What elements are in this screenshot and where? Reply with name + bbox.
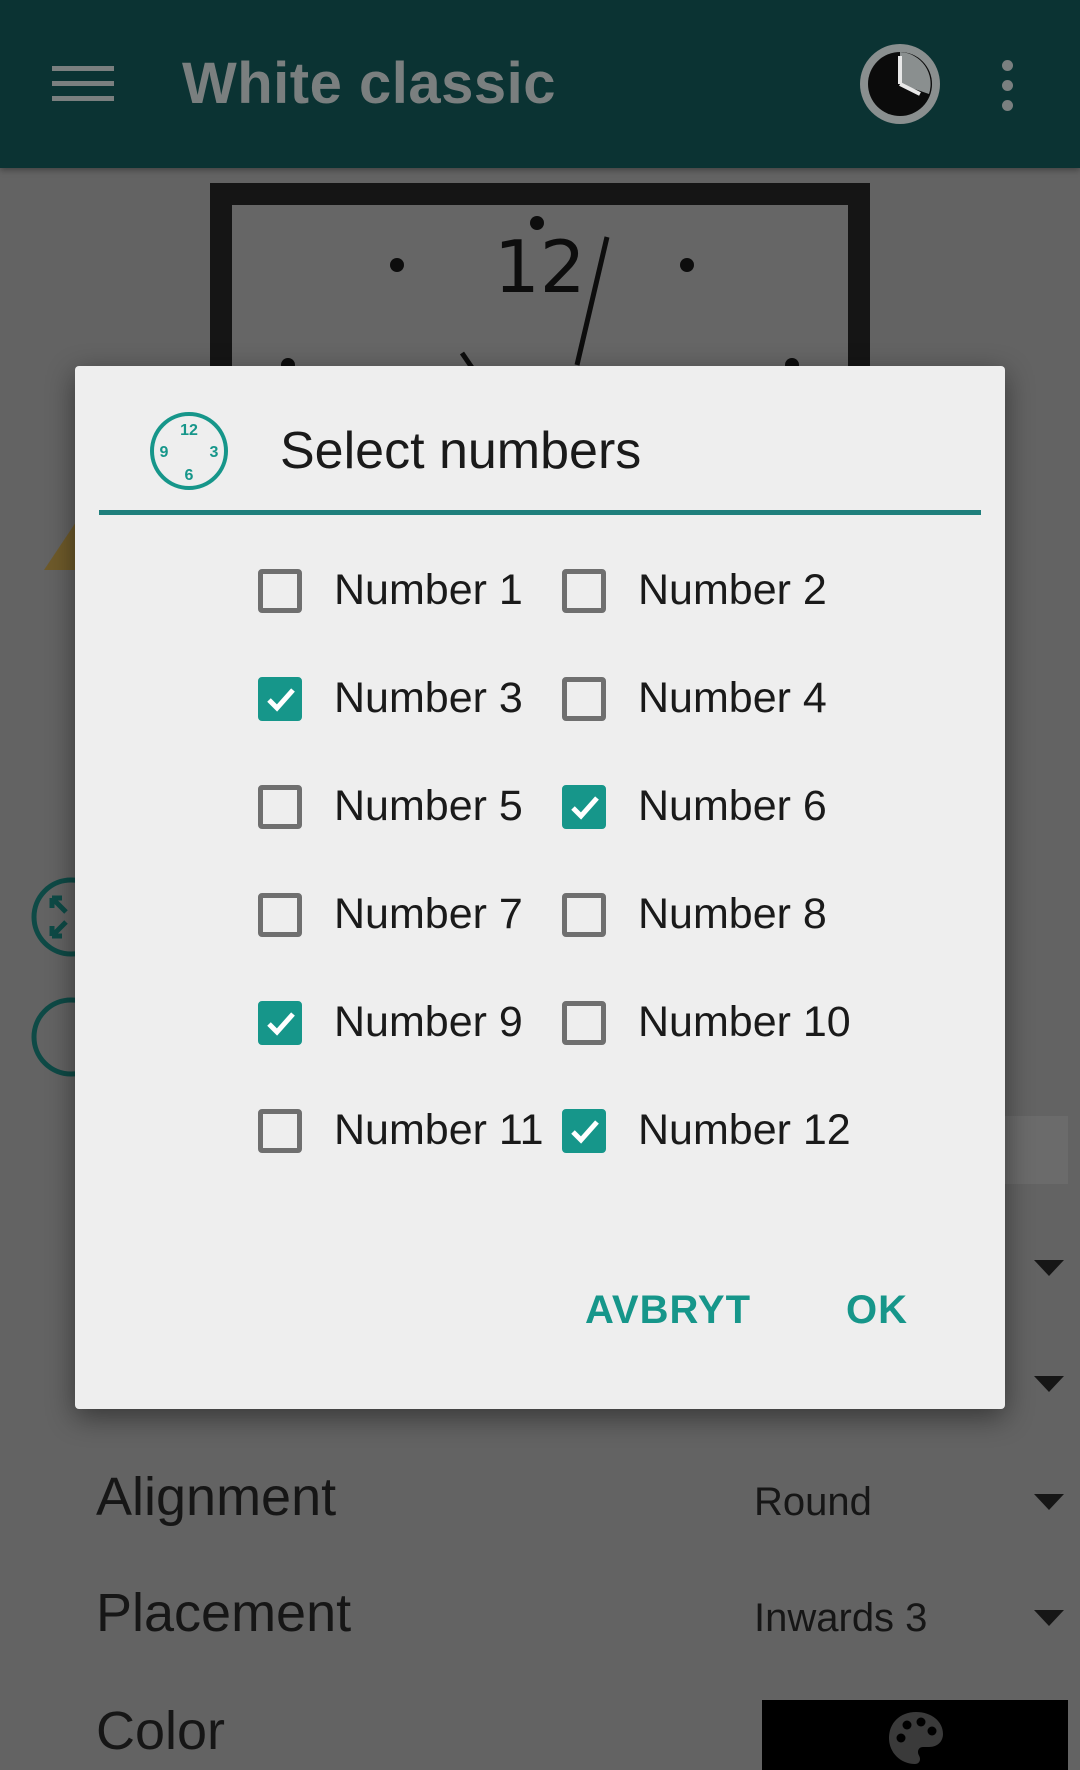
color-swatch[interactable] <box>762 1700 1068 1770</box>
app-bar: White classic <box>0 0 1080 168</box>
checkbox-label: Number 11 <box>334 1106 544 1154</box>
placement-label: Placement <box>96 1583 352 1643</box>
palette-icon <box>889 1712 943 1764</box>
alignment-label: Alignment <box>96 1467 337 1527</box>
checkbox-label: Number 10 <box>638 998 851 1046</box>
checkbox-unchecked-icon[interactable] <box>562 677 606 721</box>
checkbox-unchecked-icon[interactable] <box>258 893 302 937</box>
checkbox-unchecked-icon[interactable] <box>562 893 606 937</box>
checkbox-label: Number 3 <box>334 674 523 722</box>
checkbox-unchecked-icon[interactable] <box>258 785 302 829</box>
checkbox-label: Number 5 <box>334 782 523 830</box>
hamburger-menu-icon[interactable] <box>52 62 116 104</box>
checkbox-label: Number 12 <box>638 1106 851 1154</box>
icon-number-3: 3 <box>210 444 219 461</box>
icon-number-12: 12 <box>180 422 198 439</box>
checkbox-label: Number 7 <box>334 890 523 938</box>
checkbox-label: Number 9 <box>334 998 523 1046</box>
checkbox-unchecked-icon[interactable] <box>258 569 302 613</box>
icon-number-9: 9 <box>160 444 169 461</box>
checkbox-unchecked-icon[interactable] <box>562 1001 606 1045</box>
clock-icon[interactable] <box>858 42 942 126</box>
app-title: White classic <box>182 51 556 116</box>
color-label: Color <box>96 1701 226 1761</box>
dropdown-arrow-icon[interactable] <box>1034 1260 1064 1276</box>
alignment-value[interactable]: Round <box>754 1480 872 1525</box>
dropdown-arrow-icon[interactable] <box>1034 1494 1064 1510</box>
checkbox-label: Number 8 <box>638 890 827 938</box>
dialog-title: Select numbers <box>280 422 642 480</box>
clock-number-12: 12 <box>494 225 586 309</box>
checkbox-label: Number 2 <box>638 566 827 614</box>
dropdown-arrow-icon[interactable] <box>1034 1376 1064 1392</box>
checkbox-checked-icon[interactable] <box>562 785 606 829</box>
ok-button[interactable]: OK <box>846 1288 908 1333</box>
checkbox-unchecked-icon[interactable] <box>562 569 606 613</box>
more-vert-icon[interactable] <box>990 58 1026 112</box>
checkbox-checked-icon[interactable] <box>258 677 302 721</box>
clock-numbers-icon: 12 3 6 9 <box>148 410 230 492</box>
dropdown-arrow-icon[interactable] <box>1034 1610 1064 1626</box>
checkbox-label: Number 1 <box>334 566 523 614</box>
checkbox-label: Number 6 <box>638 782 827 830</box>
title-divider <box>99 510 981 515</box>
checkbox-checked-icon[interactable] <box>258 1001 302 1045</box>
checkbox-checked-icon[interactable] <box>562 1109 606 1153</box>
icon-number-6: 6 <box>185 467 194 484</box>
checkbox-unchecked-icon[interactable] <box>258 1109 302 1153</box>
placement-value[interactable]: Inwards 3 <box>754 1596 927 1641</box>
cancel-button[interactable]: AVBRYT <box>585 1288 751 1333</box>
clock-preview: 12 <box>210 183 870 405</box>
background-field <box>1000 1116 1068 1184</box>
select-numbers-dialog: 12 3 6 9 Select numbers Number 1 Number … <box>75 366 1005 1409</box>
checkbox-label: Number 4 <box>638 674 827 722</box>
